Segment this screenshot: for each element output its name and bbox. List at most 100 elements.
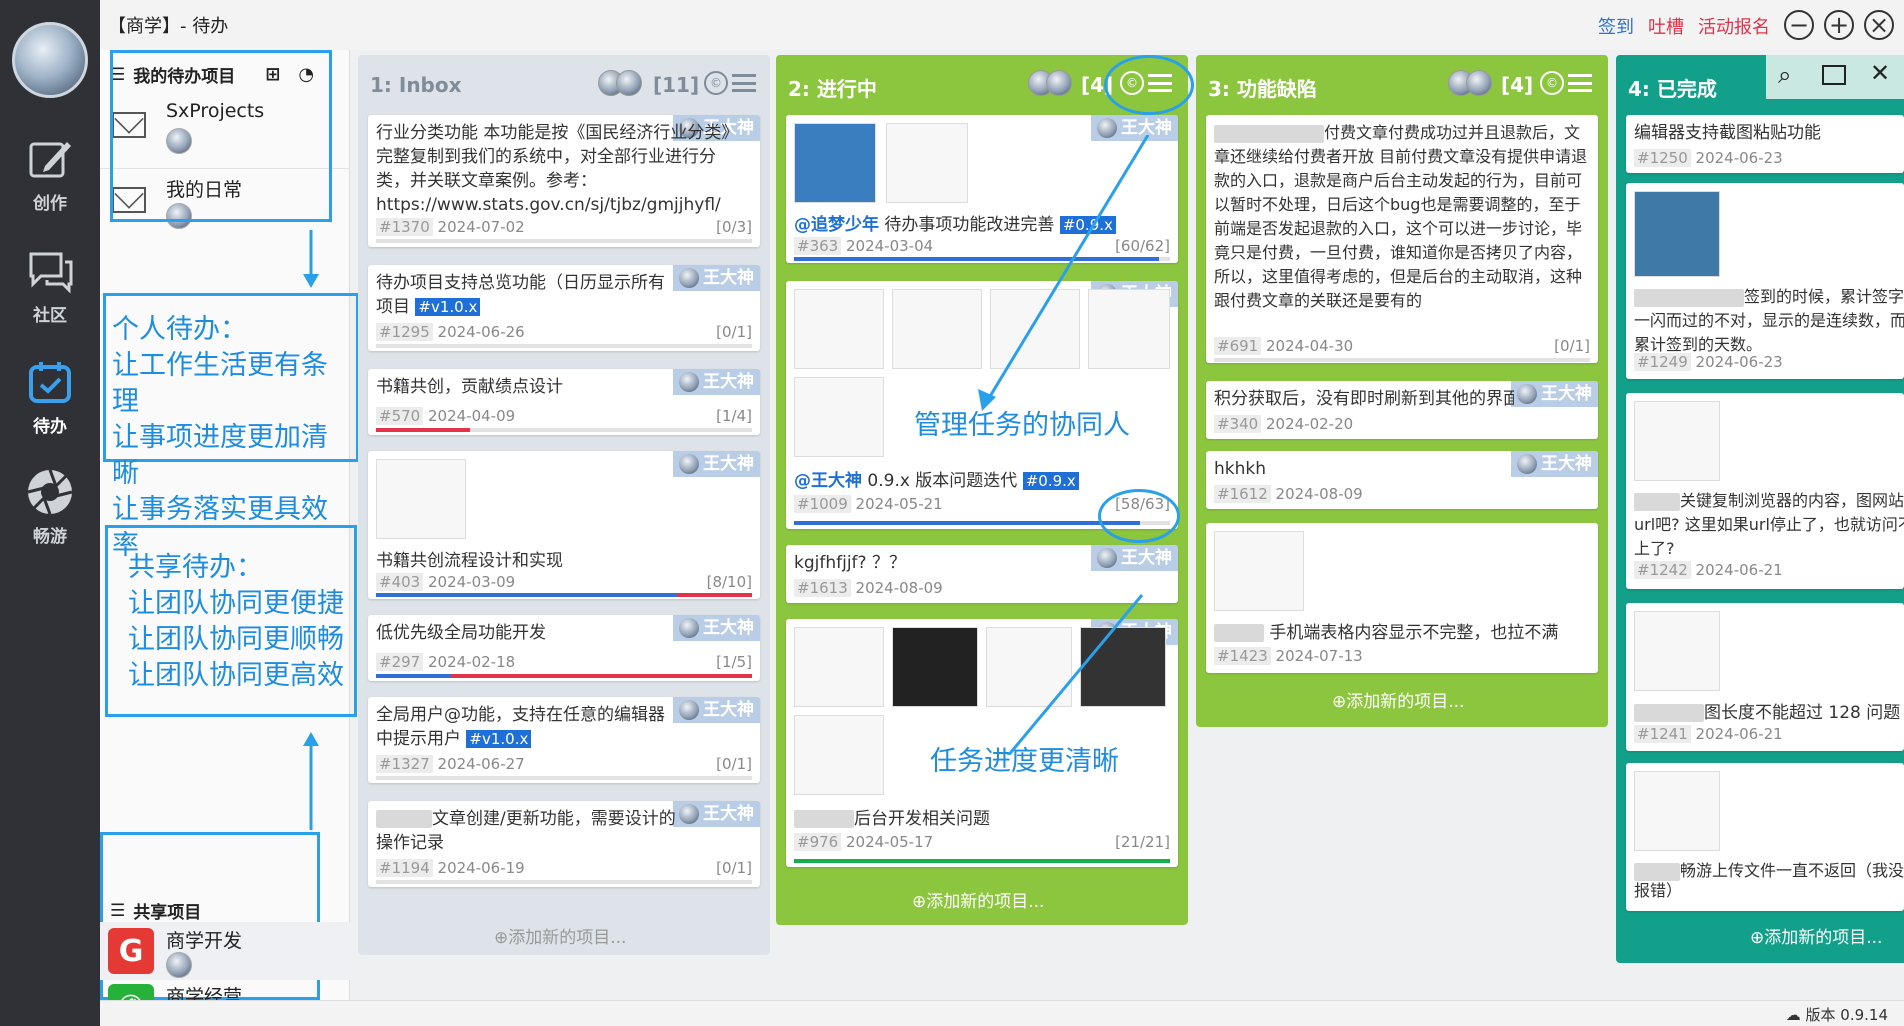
version-text: 版本 0.9.14	[1805, 1006, 1888, 1024]
card-progress: [0/3]	[716, 218, 752, 236]
window-title: 【商学】- 待办	[108, 16, 229, 37]
task-card[interactable]: 编辑器支持截图粘贴功能 #1250 2024-06-23	[1626, 115, 1904, 173]
card-progress: [0/1]	[716, 323, 752, 341]
column-title: 3: 功能缺陷	[1208, 77, 1317, 101]
mention[interactable]: @追梦少年	[794, 215, 879, 235]
edit-icon	[25, 135, 75, 183]
card-text: 关键复制浏览器的内容，图网站的url吧? 这里如果url停止了，也就访问不上了?	[1634, 489, 1904, 561]
card-meta: #1242 2024-06-21	[1634, 561, 1783, 579]
attachment-thumbnail[interactable]	[794, 715, 884, 795]
card-id: #570	[376, 407, 424, 425]
card-date: 2024-05-21	[855, 495, 943, 513]
task-card[interactable]: 手机端表格内容显示不完整，也拉不满 #1423 2024-07-13	[1206, 523, 1598, 673]
column-count: [4]	[1501, 73, 1534, 97]
copyright-icon[interactable]: ©	[704, 71, 728, 95]
attachment-thumbnail[interactable]	[1634, 191, 1720, 277]
mention[interactable]: @王大神	[794, 471, 862, 491]
nav-todo[interactable]: 待办	[0, 358, 100, 437]
version-tag[interactable]: #v1.0.x	[466, 730, 532, 748]
attachment-thumbnail[interactable]	[794, 123, 876, 203]
annotation-line: 个人待办：	[112, 314, 247, 345]
card-text: 文章创建/更新功能，需要设计的操作记录	[376, 807, 676, 855]
card-id: #297	[376, 653, 424, 671]
task-card[interactable]: 王大神 书籍共创，贡献绩点设计 #570 2024-04-09 [1/4]	[368, 369, 760, 435]
progress-bar	[376, 344, 752, 348]
task-card[interactable]: 王大神 待办项目支持总览功能（日历显示所有项目 #v1.0.x #1295 20…	[368, 265, 760, 351]
nav-community[interactable]: 社区	[0, 247, 100, 326]
close-icon[interactable]: ✕	[1870, 59, 1890, 87]
nav-travel[interactable]: 畅游	[0, 468, 100, 547]
add-item-button[interactable]: ⊕添加新的项目...	[1332, 687, 1464, 712]
image-icon[interactable]	[1822, 65, 1846, 85]
card-date: 2024-04-09	[427, 407, 516, 425]
card-text: 图长度不能超过 128 问题	[1634, 701, 1900, 725]
attachment-thumbnail[interactable]	[794, 289, 884, 369]
nav-label: 畅游	[33, 527, 67, 547]
close-button[interactable]: ×	[1864, 10, 1894, 40]
task-card[interactable]: 王大神 行业分类功能 本功能是按《国民经济行业分类》完整复制到我们的系统中，对全…	[368, 115, 760, 247]
attachment-thumbnail[interactable]	[1214, 531, 1304, 611]
task-card[interactable]: 图长度不能超过 128 问题 #1241 2024-06-21	[1626, 603, 1904, 751]
redacted-text	[1214, 624, 1264, 642]
task-card[interactable]: 王大神 积分获取后，没有即时刷新到其他的界面 #340 2024-02-20	[1206, 381, 1598, 439]
version-label: ☁ 版本 0.9.14	[1786, 1004, 1888, 1025]
sliders-icon[interactable]	[1568, 74, 1592, 92]
column-title: 4: 已完成	[1628, 77, 1717, 101]
nav-create[interactable]: 创作	[0, 135, 100, 214]
shared-projects-header: ☰ 共享项目	[110, 898, 201, 924]
task-card[interactable]: 畅游上传文件一直不返回（我没有报错）	[1626, 763, 1904, 911]
annotation-line: 共享待办：	[128, 552, 263, 583]
task-card[interactable]: 王大神 hkhkh #1612 2024-08-09	[1206, 451, 1598, 509]
progress-bar	[1214, 358, 1590, 362]
card-progress: [21/21]	[1115, 833, 1170, 851]
attachment-thumbnail[interactable]	[376, 459, 466, 539]
project-name: 商学开发	[166, 930, 243, 952]
task-card[interactable]: 关键复制浏览器的内容，图网站的url吧? 这里如果url停止了，也就访问不上了?…	[1626, 393, 1904, 589]
search-icon[interactable]: ⌕	[1778, 61, 1791, 89]
add-item-button[interactable]: ⊕添加新的项目...	[494, 923, 626, 948]
task-card[interactable]: 王大神 文章创建/更新功能，需要设计的操作记录 #1194 2024-06-19…	[368, 801, 760, 887]
task-card[interactable]: 王大神 全局用户@功能，支持在任意的编辑器中提示用户 #v1.0.x #1327…	[368, 697, 760, 783]
card-id: #1009	[794, 495, 851, 513]
card-progress: [1/4]	[716, 407, 752, 425]
copyright-icon[interactable]: ©	[1540, 71, 1564, 95]
add-item-button[interactable]: ⊕添加新的项目...	[1750, 923, 1882, 948]
task-card[interactable]: 签到的时候，累计签字有一闪而过的不对，显示的是连续数，而非累计签到的天数。 #1…	[1626, 183, 1904, 379]
google-plus-icon: G	[108, 928, 154, 974]
nav-label: 待办	[33, 417, 67, 437]
attachment-thumbnail[interactable]	[1634, 401, 1720, 481]
version-tag[interactable]: #v1.0.x	[415, 298, 481, 316]
attachment-thumbnail[interactable]	[1634, 771, 1720, 851]
user-avatar[interactable]	[12, 22, 88, 98]
task-card[interactable]: 王大神 书籍共创流程设计和实现 #403 2024-03-09 [8/10]	[368, 451, 760, 599]
task-card[interactable]: 王大神 低优先级全局功能开发 #297 2024-02-18 [1/5]	[368, 615, 760, 681]
attachment-thumbnail[interactable]	[1634, 611, 1720, 691]
column-title: 2: 进行中	[788, 77, 877, 101]
attachment-thumbnail[interactable]	[794, 627, 884, 707]
assignee-badge: 王大神	[673, 265, 760, 291]
redacted-text	[1634, 288, 1744, 307]
attachment-thumbnail[interactable]	[794, 377, 884, 457]
card-meta: #1009 2024-05-21	[794, 495, 943, 513]
card-date: 2024-06-26	[437, 323, 525, 341]
card-meta: #976 2024-05-17	[794, 833, 933, 851]
card-date: 2024-02-18	[427, 653, 516, 671]
annotation-line: 让团队协同更顺畅	[128, 624, 344, 655]
checkin-link[interactable]: 签到	[1598, 13, 1634, 39]
feedback-link[interactable]: 吐槽	[1648, 13, 1684, 39]
card-meta: #1370 2024-07-02	[376, 218, 525, 236]
event-signup-link[interactable]: 活动报名	[1698, 13, 1770, 39]
card-meta: #1249 2024-06-23	[1634, 353, 1783, 371]
card-text: 签到的时候，累计签字有一闪而过的不对，显示的是连续数，而非累计签到的天数。	[1634, 285, 1904, 357]
card-progress: [0/1]	[716, 859, 752, 877]
card-text: hkhkh	[1214, 459, 1267, 479]
shared-project-item[interactable]: G 商学开发	[100, 922, 350, 980]
add-item-button[interactable]: ⊕添加新的项目...	[912, 887, 1044, 912]
redacted-text	[1634, 862, 1680, 881]
card-meta: #1613 2024-08-09	[794, 579, 943, 597]
minimize-button[interactable]: −	[1784, 10, 1814, 40]
task-card[interactable]: 付费文章付费成功过并且退款后，文章还继续给付费者开放 目前付费文章没有提供申请退…	[1206, 115, 1598, 363]
maximize-button[interactable]: +	[1824, 10, 1854, 40]
sliders-icon[interactable]	[732, 74, 756, 92]
progress-bar	[376, 593, 752, 597]
